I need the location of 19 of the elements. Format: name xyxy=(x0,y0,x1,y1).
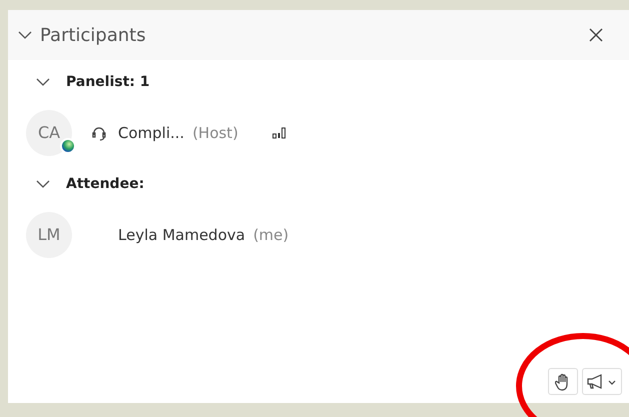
chevron-icon[interactable] xyxy=(36,78,50,86)
participant-name: Leyla Mamedova xyxy=(118,224,246,246)
avatar-initials: CA xyxy=(38,122,60,144)
participant-role: (Host) xyxy=(192,122,238,144)
chevron-icon[interactable] xyxy=(36,180,50,188)
headset-icon xyxy=(91,125,107,141)
close-button[interactable] xyxy=(589,28,603,42)
avatar-initials: LM xyxy=(38,224,60,246)
audio-level-icon xyxy=(272,127,286,139)
group-label: Attendee: xyxy=(66,174,144,194)
participant-name: Compli... xyxy=(118,122,184,144)
participant-role: (me) xyxy=(253,224,289,246)
chevron-icon[interactable] xyxy=(18,31,32,39)
megaphone-dropdown-button[interactable] xyxy=(582,368,622,395)
raise-hand-button[interactable] xyxy=(548,368,578,395)
panel-title: Participants xyxy=(40,24,146,48)
group-label: Panelist: 1 xyxy=(66,72,150,92)
megaphone-icon xyxy=(586,374,618,390)
status-icon xyxy=(60,138,76,154)
